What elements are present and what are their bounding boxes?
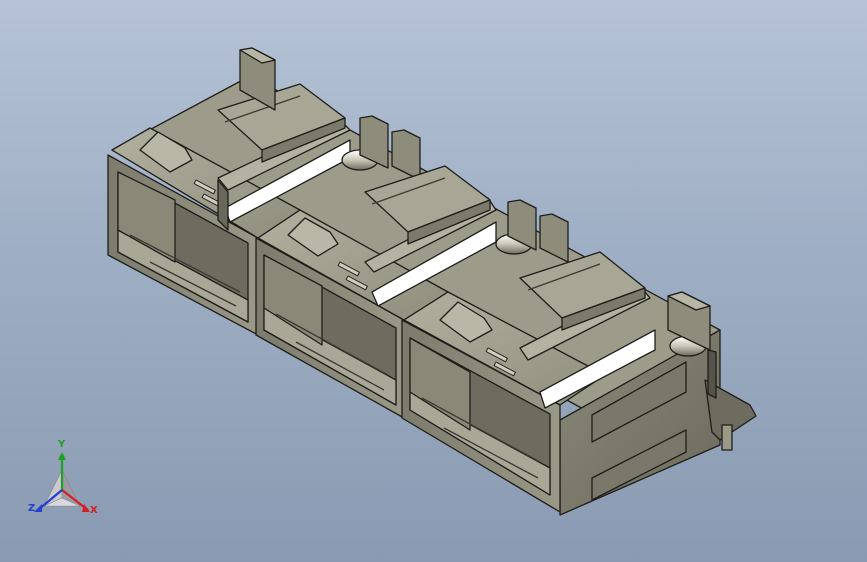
triad-z-label: Z bbox=[28, 503, 36, 514]
triad-axes-icon bbox=[34, 452, 90, 512]
triad-x-label: X bbox=[90, 505, 98, 516]
connector-3d-model[interactable] bbox=[0, 0, 867, 562]
spring-clip bbox=[707, 349, 717, 399]
triad-y-label: Y bbox=[58, 439, 66, 450]
coordinate-triad: Y X Z bbox=[22, 440, 112, 526]
mounting-peg bbox=[721, 424, 733, 451]
graphics-viewport[interactable]: Y X Z bbox=[0, 0, 867, 562]
